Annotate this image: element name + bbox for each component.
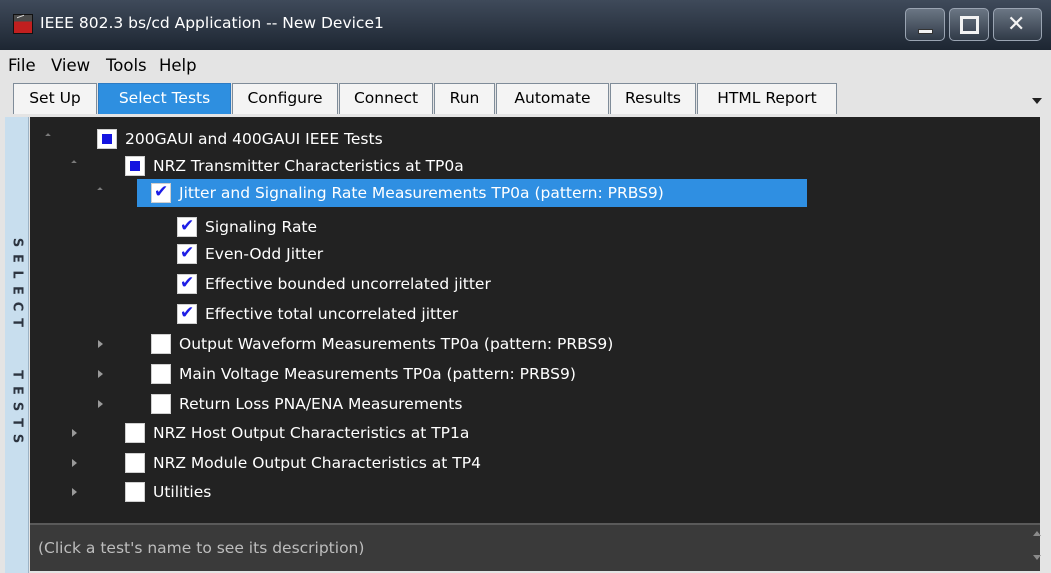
test-checkbox[interactable] bbox=[125, 156, 145, 176]
close-icon: ✕ bbox=[1007, 12, 1026, 37]
menu-tools[interactable]: Tools bbox=[106, 56, 147, 75]
test-label[interactable]: Utilities bbox=[153, 483, 211, 501]
side-label-letter: T bbox=[9, 318, 25, 327]
collapse-arrow-icon[interactable] bbox=[71, 160, 77, 166]
collapse-arrow-icon[interactable] bbox=[97, 187, 103, 193]
test-label[interactable]: Jitter and Signaling Rate Measurements T… bbox=[179, 184, 664, 202]
test-checkbox[interactable] bbox=[177, 273, 197, 294]
test-checkbox[interactable] bbox=[151, 182, 171, 203]
test-label[interactable]: NRZ Host Output Characteristics at TP1a bbox=[153, 424, 469, 442]
tab-configure[interactable]: Configure bbox=[232, 83, 338, 114]
tree-row[interactable]: NRZ Host Output Characteristics at TP1a bbox=[30, 419, 1040, 447]
side-label-letter: E bbox=[9, 254, 25, 263]
test-checkbox[interactable] bbox=[177, 303, 197, 324]
menu-bar: File View Tools Help bbox=[0, 50, 1051, 80]
test-label[interactable]: NRZ Module Output Characteristics at TP4 bbox=[153, 454, 481, 472]
test-checkbox[interactable] bbox=[177, 243, 197, 264]
tab-set-up[interactable]: Set Up bbox=[13, 83, 97, 114]
side-label-letter: C bbox=[9, 301, 25, 312]
test-checkbox[interactable] bbox=[151, 334, 171, 354]
minimize-icon bbox=[918, 29, 933, 34]
tab-select-tests[interactable]: Select Tests bbox=[98, 83, 231, 114]
side-label-letter: T bbox=[9, 418, 25, 427]
test-checkbox[interactable] bbox=[97, 129, 117, 149]
tree-row[interactable]: Main Voltage Measurements TP0a (pattern:… bbox=[30, 360, 1040, 388]
tree-row[interactable]: Effective bounded uncorrelated jitter bbox=[30, 270, 1040, 298]
tree-scrollbar[interactable] bbox=[1040, 117, 1051, 523]
test-label[interactable]: NRZ Transmitter Characteristics at TP0a bbox=[153, 157, 464, 175]
test-label[interactable]: Return Loss PNA/ENA Measurements bbox=[179, 395, 462, 413]
tree-row[interactable]: NRZ Transmitter Characteristics at TP0a bbox=[30, 152, 1040, 180]
side-label-letter: E bbox=[9, 286, 25, 295]
test-label[interactable]: Main Voltage Measurements TP0a (pattern:… bbox=[179, 365, 576, 383]
tree-row[interactable]: Jitter and Signaling Rate Measurements T… bbox=[30, 179, 1040, 207]
expand-arrow-icon[interactable] bbox=[98, 370, 103, 378]
scroll-up-icon[interactable] bbox=[1033, 531, 1041, 536]
test-checkbox[interactable] bbox=[177, 216, 197, 237]
side-label-letter: S bbox=[9, 237, 25, 248]
title-bar[interactable]: IEEE 802.3 bs/cd Application -- New Devi… bbox=[0, 0, 1051, 50]
tab-run[interactable]: Run bbox=[434, 83, 495, 114]
expand-arrow-icon[interactable] bbox=[72, 429, 77, 437]
maximize-button[interactable] bbox=[949, 8, 989, 41]
window-title: IEEE 802.3 bs/cd Application -- New Devi… bbox=[40, 14, 384, 32]
test-checkbox[interactable] bbox=[151, 394, 171, 414]
minimize-button[interactable] bbox=[905, 8, 945, 41]
side-strip-select-tests[interactable]: SELECTTESTS bbox=[5, 117, 29, 573]
tree-row[interactable]: NRZ Module Output Characteristics at TP4 bbox=[30, 449, 1040, 477]
tree-row[interactable]: Output Waveform Measurements TP0a (patte… bbox=[30, 330, 1040, 358]
side-label-letter: S bbox=[9, 433, 25, 444]
test-checkbox[interactable] bbox=[125, 482, 145, 502]
application-window: IEEE 802.3 bs/cd Application -- New Devi… bbox=[0, 0, 1051, 573]
test-label[interactable]: Output Waveform Measurements TP0a (patte… bbox=[179, 335, 613, 353]
test-checkbox[interactable] bbox=[151, 364, 171, 384]
tree-row[interactable]: Effective total uncorrelated jitter bbox=[30, 300, 1040, 328]
tab-automate[interactable]: Automate bbox=[496, 83, 609, 114]
menu-file[interactable]: File bbox=[8, 56, 36, 75]
test-label[interactable]: Effective bounded uncorrelated jitter bbox=[205, 275, 491, 293]
tab-html-report[interactable]: HTML Report bbox=[697, 83, 837, 114]
scroll-down-icon[interactable] bbox=[1033, 555, 1041, 560]
maximize-icon bbox=[960, 16, 979, 34]
expand-arrow-icon[interactable] bbox=[98, 400, 103, 408]
test-tree[interactable]: 200GAUI and 400GAUI IEEE Tests NRZ Transm… bbox=[30, 117, 1040, 523]
tree-row[interactable]: Return Loss PNA/ENA Measurements bbox=[30, 390, 1040, 418]
tab-results[interactable]: Results bbox=[610, 83, 696, 114]
expand-arrow-icon[interactable] bbox=[98, 340, 103, 348]
tab-overflow-chevron-icon[interactable] bbox=[1032, 98, 1044, 106]
tree-row[interactable]: Utilities bbox=[30, 478, 1040, 506]
tree-row[interactable]: Signaling Rate bbox=[30, 213, 1040, 241]
test-checkbox[interactable] bbox=[125, 453, 145, 473]
tab-connect[interactable]: Connect bbox=[339, 83, 433, 114]
description-scrollbar[interactable] bbox=[1030, 525, 1046, 571]
tree-row[interactable]: 200GAUI and 400GAUI IEEE Tests bbox=[30, 125, 1040, 153]
tree-row[interactable]: Even-Odd Jitter bbox=[30, 240, 1040, 268]
collapse-arrow-icon[interactable] bbox=[45, 133, 51, 139]
description-text: (Click a test's name to see its descript… bbox=[38, 539, 365, 557]
test-label[interactable]: Effective total uncorrelated jitter bbox=[205, 305, 458, 323]
menu-help[interactable]: Help bbox=[159, 56, 197, 75]
close-button[interactable]: ✕ bbox=[993, 8, 1042, 41]
app-icon[interactable] bbox=[13, 14, 33, 34]
menu-view[interactable]: View bbox=[51, 56, 90, 75]
test-label[interactable]: 200GAUI and 400GAUI IEEE Tests bbox=[125, 130, 383, 148]
description-panel: (Click a test's name to see its descript… bbox=[30, 523, 1040, 571]
test-label[interactable]: Signaling Rate bbox=[205, 218, 317, 236]
tab-strip: Set Up Select Tests Configure Connect Ru… bbox=[0, 80, 1051, 117]
side-label-letter: E bbox=[9, 386, 25, 395]
test-label[interactable]: Even-Odd Jitter bbox=[205, 245, 323, 263]
side-label-letter: S bbox=[9, 401, 25, 412]
test-checkbox[interactable] bbox=[125, 423, 145, 443]
expand-arrow-icon[interactable] bbox=[72, 459, 77, 467]
side-label-letter: L bbox=[9, 270, 25, 279]
side-label-letter: T bbox=[9, 370, 25, 379]
expand-arrow-icon[interactable] bbox=[72, 488, 77, 496]
